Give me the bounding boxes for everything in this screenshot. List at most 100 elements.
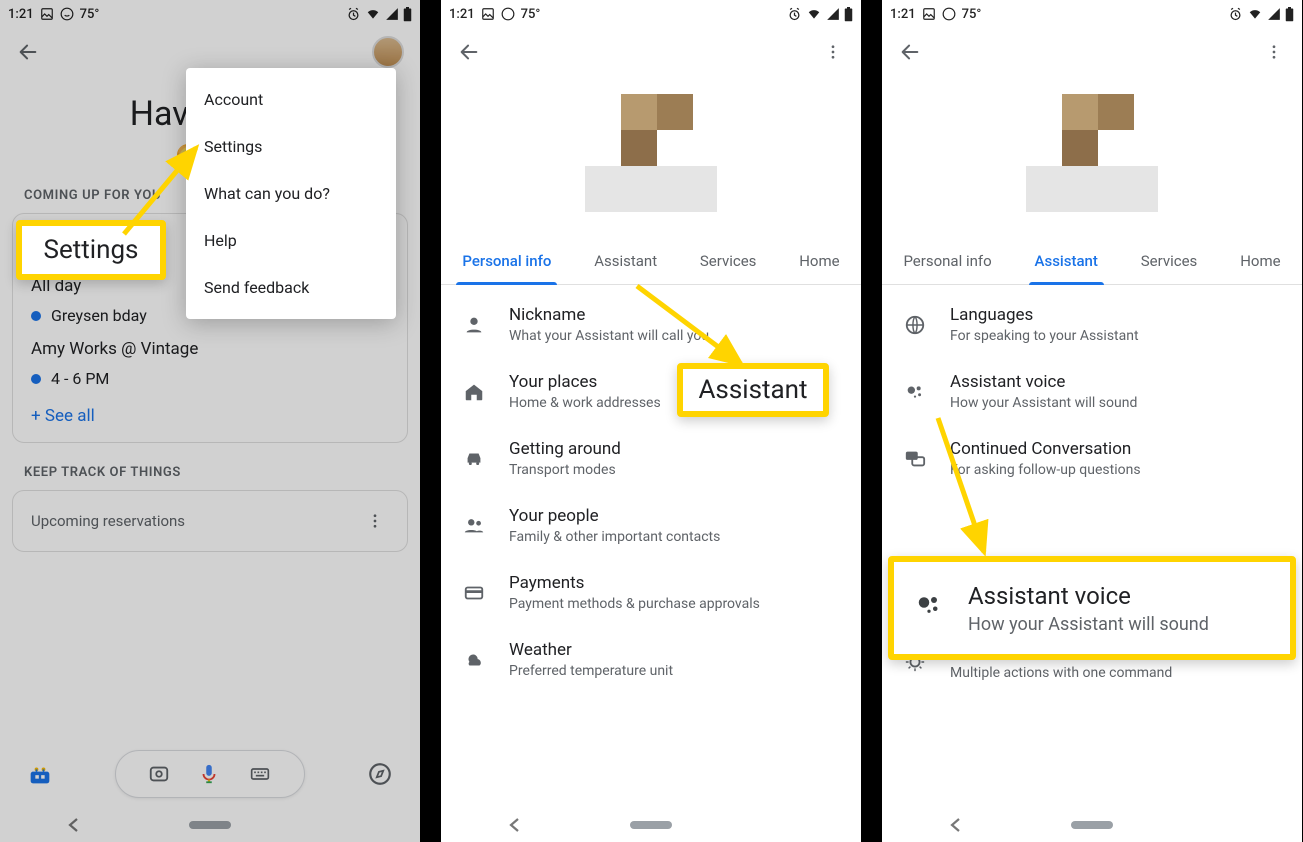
back-button[interactable]: [892, 34, 928, 70]
event-row[interactable]: 4 - 6 PM: [31, 369, 389, 388]
phone-screen-3: 1:21 75° Personal info Assistant Service…: [882, 0, 1302, 842]
callout-assistant-voice: Assistant voice How your Assistant will …: [888, 556, 1296, 660]
event-dot-icon: [31, 374, 41, 384]
menu-account[interactable]: Account: [186, 76, 396, 123]
callout-assistant: Assistant: [677, 363, 829, 417]
people-icon: [461, 513, 487, 539]
alarm-icon: [346, 7, 361, 22]
whatsapp-icon: [942, 7, 956, 21]
reservations-card: Upcoming reservations: [12, 490, 408, 552]
nav-home-pill[interactable]: [189, 821, 231, 829]
weather-icon: [461, 647, 487, 673]
tab-services[interactable]: Services: [1135, 240, 1204, 284]
globe-icon: [902, 312, 928, 338]
phone-screen-1: 1:21 75° Have a gre Mos: [0, 0, 420, 842]
row-languages[interactable]: LanguagesFor speaking to your Assistant: [882, 291, 1302, 358]
whatsapp-icon: [60, 7, 74, 21]
nav-back-icon[interactable]: [67, 817, 79, 833]
battery-icon: [844, 7, 853, 22]
wifi-icon: [1247, 7, 1263, 21]
home-icon: [461, 379, 487, 405]
row-getting-around[interactable]: Getting aroundTransport modes: [441, 425, 861, 492]
bottom-action-bar: [0, 746, 420, 802]
search-pill[interactable]: [115, 750, 305, 798]
image-icon: [40, 7, 54, 21]
event-dot-icon: [31, 311, 41, 321]
status-time: 1:21: [8, 7, 34, 22]
row-weather[interactable]: WeatherPreferred temperature unit: [441, 626, 861, 693]
back-button[interactable]: [451, 34, 487, 70]
assistant-dots-icon: [902, 379, 928, 405]
app-bar: [882, 28, 1302, 76]
nav-bar: [882, 808, 1302, 842]
menu-help[interactable]: Help: [186, 217, 396, 264]
callout-voice-sub: How your Assistant will sound: [968, 614, 1209, 635]
lens-icon[interactable]: [148, 763, 170, 785]
status-temp: 75°: [962, 7, 982, 22]
settings-tabs: Personal info Assistant Services Home: [882, 240, 1302, 285]
profile-avatar[interactable]: [372, 36, 404, 68]
wifi-icon: [365, 7, 381, 21]
alarm-icon: [787, 7, 802, 22]
phone-screen-2: 1:21 75° Personal info Assistant Service…: [441, 0, 861, 842]
updates-button[interactable]: [22, 756, 58, 792]
menu-what-can-you-do[interactable]: What can you do?: [186, 170, 396, 217]
person-icon: [461, 312, 487, 338]
tab-personal-info[interactable]: Personal info: [897, 240, 997, 284]
overflow-button[interactable]: [1256, 34, 1292, 70]
settings-tabs: Personal info Assistant Services Home: [441, 240, 861, 285]
nav-back-icon[interactable]: [949, 817, 961, 833]
callout-settings-label: Settings: [44, 235, 139, 265]
row-your-people[interactable]: Your peopleFamily & other important cont…: [441, 492, 861, 559]
explore-button[interactable]: [362, 756, 398, 792]
image-icon: [922, 7, 936, 21]
car-icon: [461, 446, 487, 472]
menu-settings[interactable]: Settings: [186, 123, 396, 170]
cell-signal-icon: [385, 7, 399, 21]
status-bar: 1:21 75°: [0, 0, 420, 28]
app-bar: [441, 28, 861, 76]
mic-icon[interactable]: [198, 761, 220, 787]
row-continued-conversation[interactable]: Continued ConversationFor asking follow-…: [882, 425, 1302, 492]
tab-assistant[interactable]: Assistant: [588, 240, 663, 284]
see-all-link[interactable]: + See all: [31, 406, 95, 426]
tab-home[interactable]: Home: [1234, 240, 1286, 284]
menu-send-feedback[interactable]: Send feedback: [186, 264, 396, 311]
tab-home[interactable]: Home: [793, 240, 845, 284]
cell-signal-icon: [826, 7, 840, 21]
row-assistant-voice[interactable]: Assistant voiceHow your Assistant will s…: [882, 358, 1302, 425]
row-payments[interactable]: PaymentsPayment methods & purchase appro…: [441, 559, 861, 626]
card-more-button[interactable]: [361, 507, 389, 535]
image-icon: [481, 7, 495, 21]
section-keep-track: KEEP TRACK OF THINGS: [0, 443, 420, 490]
status-time: 1:21: [449, 7, 475, 22]
whatsapp-icon: [501, 7, 515, 21]
status-temp: 75°: [521, 7, 541, 22]
personal-info-list: NicknameWhat your Assistant will call yo…: [441, 285, 861, 699]
nav-back-icon[interactable]: [508, 817, 520, 833]
tab-assistant[interactable]: Assistant: [1029, 240, 1104, 284]
upcoming-label: Upcoming reservations: [31, 512, 185, 530]
tab-services[interactable]: Services: [694, 240, 763, 284]
battery-icon: [403, 7, 412, 22]
alarm-icon: [1228, 7, 1243, 22]
overflow-button[interactable]: [815, 34, 851, 70]
tab-personal-info[interactable]: Personal info: [456, 240, 557, 284]
back-button[interactable]: [10, 34, 46, 70]
keyboard-icon[interactable]: [248, 764, 272, 784]
status-bar: 1:21 75°: [441, 0, 861, 28]
conversation-icon: [902, 446, 928, 472]
callout-voice-title: Assistant voice: [968, 582, 1209, 610]
row-nickname[interactable]: NicknameWhat your Assistant will call yo…: [441, 291, 861, 358]
event-time: 4 - 6 PM: [51, 369, 109, 388]
assistant-dots-icon: [912, 590, 948, 626]
callout-settings: Settings: [16, 220, 166, 280]
nav-bar: [441, 808, 861, 842]
status-bar: 1:21 75°: [882, 0, 1302, 28]
nav-home-pill[interactable]: [630, 821, 672, 829]
callout-assistant-label: Assistant: [698, 375, 807, 405]
event-title-2: Amy Works @ Vintage: [31, 339, 389, 359]
nav-home-pill[interactable]: [1071, 821, 1113, 829]
cell-signal-icon: [1267, 7, 1281, 21]
event-title: Greysen bday: [51, 306, 147, 325]
